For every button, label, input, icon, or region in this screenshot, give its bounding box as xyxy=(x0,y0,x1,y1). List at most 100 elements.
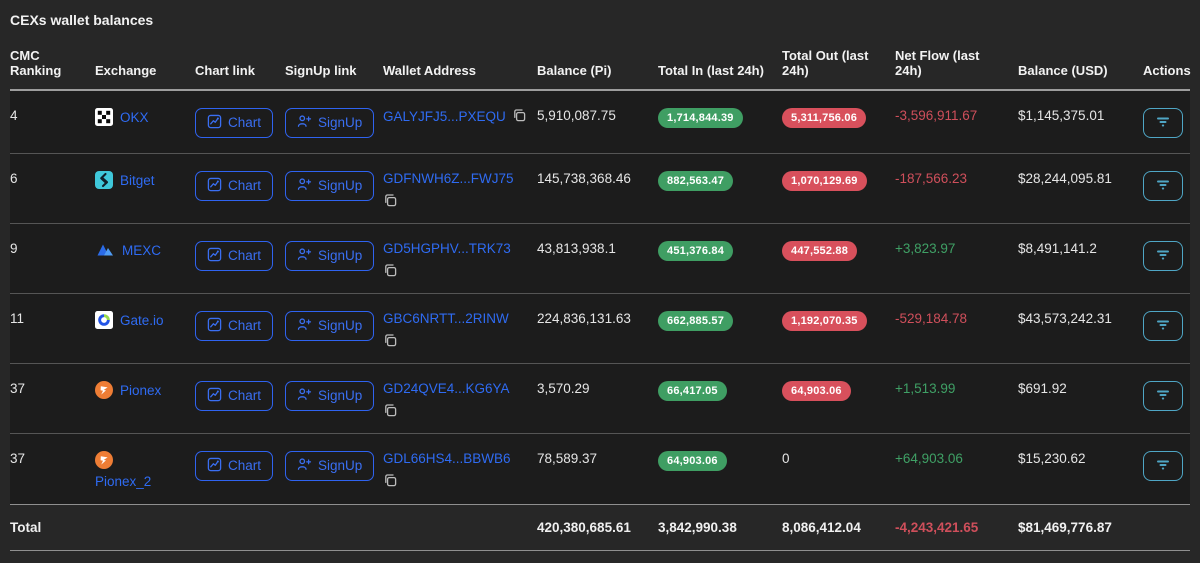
gateio-logo-icon xyxy=(95,311,113,329)
line-chart-icon xyxy=(207,114,222,132)
line-chart-icon xyxy=(207,317,222,335)
total-out-badge: 447,552.88 xyxy=(782,241,857,261)
line-chart-icon xyxy=(207,387,222,405)
total-in-sum: 3,842,990.38 xyxy=(658,505,782,551)
filter-icon xyxy=(1155,177,1171,196)
signup-button[interactable]: SignUp xyxy=(285,108,374,138)
table-row: 6 Bitget Chart SignUp GDFNWH6Z...FWJ75 1… xyxy=(10,154,1190,224)
copy-icon[interactable] xyxy=(383,473,527,488)
balance-pi-value: 145,738,368.46 xyxy=(537,154,658,224)
wallet-address-link[interactable]: GD5HGPHV...TRK73 xyxy=(383,241,511,256)
signup-button[interactable]: SignUp xyxy=(285,171,374,201)
table-row: 4 OKX Chart SignUp GALYJFJ5...PXEQU 5,91… xyxy=(10,90,1190,154)
filter-icon xyxy=(1155,114,1171,133)
chart-button-label: Chart xyxy=(228,459,261,473)
balance-usd-value: $43,573,242.31 xyxy=(1018,294,1143,364)
chart-button[interactable]: Chart xyxy=(195,311,273,341)
wallet-address-link[interactable]: GBC6NRTT...2RINW xyxy=(383,311,509,326)
balance-usd-value: $1,145,375.01 xyxy=(1018,90,1143,154)
filter-action-button[interactable] xyxy=(1143,241,1183,271)
signup-button-label: SignUp xyxy=(318,459,362,473)
header-total-in: Total In (last 24h) xyxy=(658,42,782,90)
signup-button[interactable]: SignUp xyxy=(285,311,374,341)
net-flow-value: -187,566.23 xyxy=(895,154,1018,224)
exchange-link[interactable]: Pionex xyxy=(120,383,161,398)
chart-button-label: Chart xyxy=(228,319,261,333)
exchange-link[interactable]: Gate.io xyxy=(120,313,164,328)
chart-button[interactable]: Chart xyxy=(195,451,273,481)
person-add-icon xyxy=(297,177,312,195)
signup-button-label: SignUp xyxy=(318,389,362,403)
wallet-address-link[interactable]: GDL66HS4...BBWB6 xyxy=(383,451,511,466)
copy-icon[interactable] xyxy=(512,108,527,123)
table-row: 9 MEXC Chart SignUp GD5HGPHV...TRK73 43,… xyxy=(10,224,1190,294)
pionex-logo-icon xyxy=(95,451,113,469)
total-balance-usd: $81,469,776.87 xyxy=(1018,505,1143,551)
header-balance-usd: Balance (USD) xyxy=(1018,42,1143,90)
cmc-ranking-value: 11 xyxy=(10,294,95,364)
exchange-link[interactable]: OKX xyxy=(120,110,149,125)
signup-button[interactable]: SignUp xyxy=(285,241,374,271)
page-title: CEXs wallet balances xyxy=(10,10,1190,42)
header-cmc-ranking: CMC Ranking xyxy=(10,42,95,90)
chart-button[interactable]: Chart xyxy=(195,108,273,138)
signup-button[interactable]: SignUp xyxy=(285,381,374,411)
total-out-sum: 8,086,412.04 xyxy=(782,505,895,551)
filter-action-button[interactable] xyxy=(1143,108,1183,138)
total-label: Total xyxy=(10,505,95,551)
filter-action-button[interactable] xyxy=(1143,311,1183,341)
copy-icon[interactable] xyxy=(383,193,527,208)
wallet-address-link[interactable]: GD24QVE4...KG6YA xyxy=(383,381,510,396)
cmc-ranking-value: 37 xyxy=(10,364,95,434)
total-out-badge: 64,903.06 xyxy=(782,381,851,401)
filter-action-button[interactable] xyxy=(1143,171,1183,201)
filter-icon xyxy=(1155,457,1171,476)
filter-icon xyxy=(1155,387,1171,406)
wallet-address-link[interactable]: GDFNWH6Z...FWJ75 xyxy=(383,171,514,186)
header-wallet-address: Wallet Address xyxy=(383,42,537,90)
signup-button-label: SignUp xyxy=(318,249,362,263)
exchange-link[interactable]: MEXC xyxy=(122,243,161,258)
total-in-badge: 1,714,844.39 xyxy=(658,108,743,128)
total-out-value: 0 xyxy=(782,434,895,505)
balance-pi-value: 78,589.37 xyxy=(537,434,658,505)
line-chart-icon xyxy=(207,177,222,195)
person-add-icon xyxy=(297,387,312,405)
person-add-icon xyxy=(297,457,312,475)
table-row: 37 Pionex Chart SignUp GD24QVE4...KG6YA … xyxy=(10,364,1190,434)
signup-button-label: SignUp xyxy=(318,116,362,130)
bitget-logo-icon xyxy=(95,171,113,189)
signup-button[interactable]: SignUp xyxy=(285,451,374,481)
line-chart-icon xyxy=(207,457,222,475)
net-flow-value: -529,184.78 xyxy=(895,294,1018,364)
table-row: 37 Pionex_2 Chart SignUp GDL66HS4...BBWB… xyxy=(10,434,1190,505)
cmc-ranking-value: 9 xyxy=(10,224,95,294)
wallet-balances-table: CMC Ranking Exchange Chart link SignUp l… xyxy=(10,42,1190,551)
balance-usd-value: $15,230.62 xyxy=(1018,434,1143,505)
filter-action-button[interactable] xyxy=(1143,381,1183,411)
total-balance-pi: 420,380,685.61 xyxy=(537,505,658,551)
copy-icon[interactable] xyxy=(383,403,527,418)
chart-button[interactable]: Chart xyxy=(195,381,273,411)
net-flow-value: +1,513.99 xyxy=(895,364,1018,434)
filter-action-button[interactable] xyxy=(1143,451,1183,481)
exchange-link[interactable]: Pionex_2 xyxy=(95,474,151,489)
table-total-row: Total 420,380,685.61 3,842,990.38 8,086,… xyxy=(10,505,1190,551)
copy-icon[interactable] xyxy=(383,333,527,348)
header-net-flow: Net Flow (last 24h) xyxy=(895,42,1018,90)
total-in-badge: 882,563.47 xyxy=(658,171,733,191)
copy-icon[interactable] xyxy=(383,263,527,278)
balance-pi-value: 3,570.29 xyxy=(537,364,658,434)
header-actions: Actions xyxy=(1143,42,1190,90)
exchange-link[interactable]: Bitget xyxy=(120,173,155,188)
line-chart-icon xyxy=(207,247,222,265)
chart-button-label: Chart xyxy=(228,116,261,130)
chart-button[interactable]: Chart xyxy=(195,171,273,201)
total-out-badge: 5,311,756.06 xyxy=(782,108,866,128)
chart-button-label: Chart xyxy=(228,249,261,263)
header-total-out: Total Out (last 24h) xyxy=(782,42,895,90)
total-net-flow: -4,243,421.65 xyxy=(895,505,1018,551)
chart-button[interactable]: Chart xyxy=(195,241,273,271)
wallet-address-link[interactable]: GALYJFJ5...PXEQU xyxy=(383,109,506,124)
header-signup-link: SignUp link xyxy=(285,42,383,90)
